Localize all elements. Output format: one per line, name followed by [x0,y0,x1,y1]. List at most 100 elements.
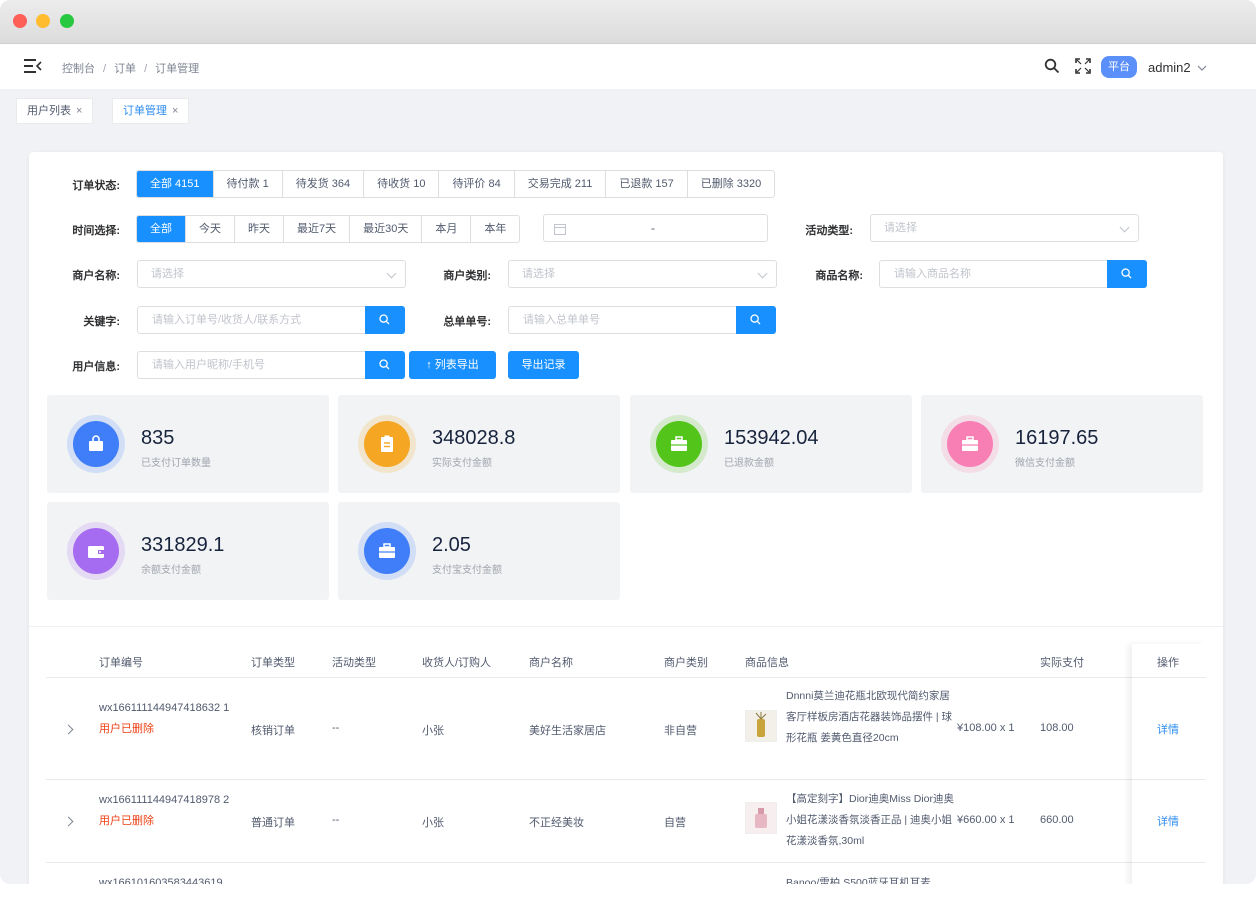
minimize-window-button[interactable] [36,14,50,28]
status-deleted[interactable]: 已删除 3320 [688,171,775,197]
breadcrumb-item-order[interactable]: 订单 [114,63,136,75]
product-name-label: 商品名称: [815,270,863,282]
time-today[interactable]: 今天 [186,216,235,242]
status-all[interactable]: 全部 4151 [137,171,214,197]
menu-fold-icon[interactable] [24,58,42,74]
time-last7[interactable]: 最近7天 [284,216,351,242]
order-number: wx166101603583443619 [99,873,239,884]
app-window: 控制台 / 订单 / 订单管理 平台 admin2 用户列表 × 订单管理 × 订单状态: … [0,0,1256,884]
product-name: Banoo/雷柏 S500蓝牙耳机耳麦 [786,877,931,884]
time-all[interactable]: 全部 [137,216,186,242]
bag-icon [73,421,119,467]
user-menu[interactable]: admin2 [1148,60,1207,75]
time-this-month[interactable]: 本月 [422,216,472,242]
chevron-down-icon [1197,65,1207,71]
product-name-input[interactable]: 请输入商品名称 [879,260,1107,288]
chevron-down-icon [386,268,397,279]
search-icon [1121,268,1132,279]
user-info-input[interactable]: 请输入用户昵称/手机号 [137,351,365,379]
upload-arrow-icon: ↑ [426,359,435,371]
status-completed[interactable]: 交易完成 211 [515,171,607,197]
time-this-year[interactable]: 本年 [471,216,519,242]
export-records-button[interactable]: 导出记录 [508,351,579,379]
stat-card-actual-paid: 348028.8 实际支付金额 [338,395,620,493]
tab-user-list[interactable]: 用户列表 × [16,98,94,124]
stat-card-paid-orders: 835 已支付订单数量 [47,395,329,493]
export-list-button[interactable]: ↑ 列表导出 [409,351,496,379]
keyword-search: 请输入订单号/收货人/联系方式 [137,306,405,334]
status-pending-review[interactable]: 待评价 84 [439,171,515,197]
total-order-no-input[interactable]: 请输入总单单号 [508,306,736,334]
col-merchant-name: 商户名称 [529,657,573,669]
calendar-icon [554,224,566,235]
stat-card-refunded: 153942.04 已退款金额 [630,395,912,493]
merchant-name: 美好生活家居店 [529,725,606,737]
col-receiver: 收货人/订购人 [422,657,492,669]
maximize-window-button[interactable] [60,14,74,28]
search-icon [379,314,390,325]
merchant-name-select[interactable]: 请选择 [137,260,406,288]
status-pending-receipt[interactable]: 待收货 10 [364,171,440,197]
order-number-text: wx166101603583443619 [99,877,223,884]
receiver: 小张 [422,725,444,737]
user-search-button[interactable] [365,351,405,379]
stat-label: 支付宝支付金额 [432,565,502,576]
time-yesterday[interactable]: 昨天 [235,216,284,242]
stat-value: 153942.04 [724,427,819,449]
stat-value: 348028.8 [432,427,516,449]
col-product-info: 商品信息 [745,657,789,669]
col-activity-type: 活动类型 [332,657,376,669]
detail-link[interactable]: 详情 [1157,813,1179,829]
col-order-no: 订单编号 [99,657,143,669]
stat-value: 331829.1 [141,534,225,556]
merchant-name-placeholder: 请选择 [151,268,184,280]
status-refunded[interactable]: 已退款 157 [606,171,688,197]
search-icon [379,359,390,370]
tab-order-management[interactable]: 订单管理 × [112,98,190,124]
stat-card-balance-pay: 331829.1 余额支付金额 [47,502,329,600]
fullscreen-icon[interactable] [1075,58,1091,74]
product-search-button[interactable] [1107,260,1147,288]
time-group: 全部 今天 昨天 最近7天 最近30天 本月 本年 [136,215,521,243]
detail-link[interactable]: 详情 [1157,721,1179,737]
breadcrumb-item-order-management: 订单管理 [155,63,200,75]
col-order-type: 订单类型 [251,657,295,669]
expand-row-icon[interactable] [63,816,74,827]
col-action: 操作 [1157,657,1179,669]
search-icon[interactable] [1044,58,1060,74]
chevron-down-icon [1119,222,1130,233]
stat-label: 余额支付金额 [141,565,201,576]
order-status-label: 订单状态: [72,180,120,192]
total-order-search-button[interactable] [736,306,776,334]
order-type: 普通订单 [251,817,295,829]
keyword-input[interactable]: 请输入订单号/收货人/联系方式 [137,306,365,334]
export-list-label: 列表导出 [434,359,479,371]
product-name-search: 请输入商品名称 [879,260,1147,288]
merchant-name: 不正经美妆 [529,817,584,829]
close-icon[interactable]: × [172,105,178,117]
date-range-picker[interactable]: - [543,214,768,242]
product-name: Dnnni莫兰迪花瓶北欧现代简约家居客厅样板房酒店花器装饰品摆件 | 球形花瓶 … [786,690,953,744]
keyword-search-button[interactable] [365,306,405,334]
merchant-type-select[interactable]: 请选择 [508,260,777,288]
search-icon [750,314,761,325]
time-last30[interactable]: 最近30天 [350,216,423,242]
product-price: ¥108.00 x 1 [957,722,1015,734]
briefcase-icon [656,421,702,467]
actual-paid: 660.00 [1040,814,1074,826]
status-pending-shipment[interactable]: 待发货 364 [283,171,365,197]
status-pending-payment[interactable]: 待付款 1 [214,171,283,197]
breadcrumb-item-console[interactable]: 控制台 [62,63,95,75]
close-window-button[interactable] [13,14,27,28]
briefcase-icon [947,421,993,467]
expand-row-icon[interactable] [63,724,74,735]
stat-card-wechat-pay: 16197.65 微信支付金额 [921,395,1203,493]
activity-type-select[interactable]: 请选择 [870,214,1139,242]
date-range-separator: - [651,221,655,235]
order-panel: 订单状态: 全部 4151 待付款 1 待发货 364 待收货 10 待评价 8… [29,152,1223,884]
wallet-icon [73,528,119,574]
order-deleted-status: 用户已删除 [99,815,154,827]
stat-value: 835 [141,427,175,449]
product-thumbnail [745,802,777,834]
close-icon[interactable]: × [76,105,82,117]
